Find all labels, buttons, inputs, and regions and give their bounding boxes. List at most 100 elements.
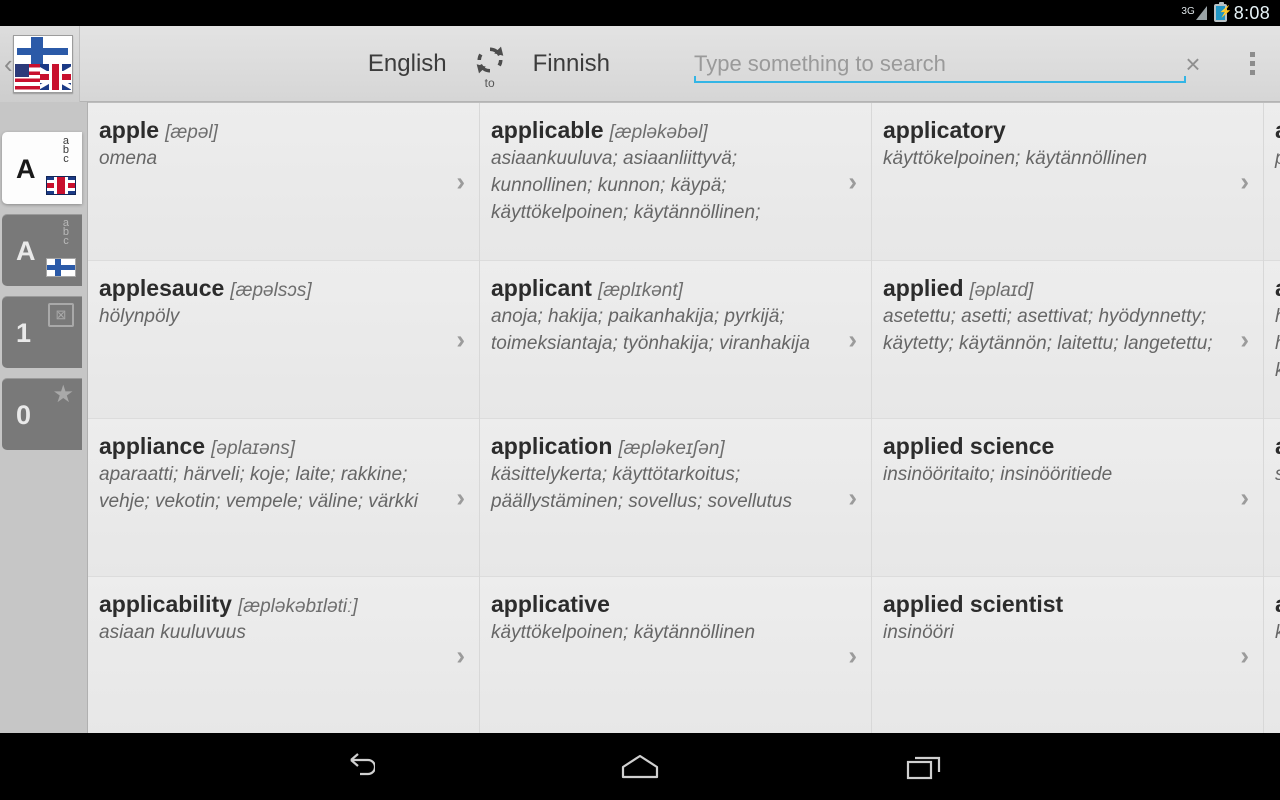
entry-headword-line: a — [1275, 275, 1280, 302]
chevron-right-icon[interactable]: › — [848, 166, 857, 197]
dictionary-entry[interactable]: applied science insinööritaito; insinöör… — [872, 419, 1263, 577]
dictionary-entry[interactable]: appliance [əplaɪəns] aparaatti; härveli; … — [88, 419, 479, 577]
sidebar-tab-finnish[interactable]: A abc — [2, 214, 82, 286]
dictionary-entry[interactable]: applicability [æpləkəbɪlətiː] asiaan kuul… — [88, 577, 479, 733]
entry-headword-line: a — [1275, 117, 1280, 144]
entry-translation: insinööritaito; insinööritiede — [883, 464, 1113, 485]
chevron-right-icon[interactable]: › — [1240, 166, 1249, 197]
search-input[interactable] — [694, 41, 1176, 86]
chevron-right-icon[interactable]: › — [848, 641, 857, 672]
entry-headword: appliance — [99, 433, 206, 459]
entry-translation: s — [1275, 462, 1280, 489]
entry-headword: applicable — [491, 117, 604, 143]
charging-bolt-icon: ⚡ — [1218, 6, 1233, 18]
dictionary-entry[interactable]: applicative käyttökelpoinen; käytännölli… — [480, 577, 871, 733]
entry-translation: p — [1275, 146, 1280, 173]
chevron-right-icon[interactable]: › — [848, 482, 857, 513]
entry-headword-line: apple [æpəl] — [99, 117, 433, 144]
clear-search-icon[interactable]: × — [1176, 51, 1210, 77]
entry-phonetic: [əplaɪd] — [969, 280, 1034, 301]
chevron-right-icon[interactable]: › — [456, 641, 465, 672]
dictionary-entry[interactable]: a h h k — [1264, 261, 1280, 419]
entry-headword-line: application [æpləkeɪʃən] — [491, 433, 825, 460]
overflow-dot-2 — [1249, 61, 1255, 66]
home-icon — [621, 754, 659, 778]
dictionary-entry[interactable]: a k — [1264, 577, 1280, 733]
results-grid[interactable]: apple [æpəl] omena › applesauce [æpəlsɔs] … — [88, 102, 1280, 733]
entry-headword-line: applicant [æplɪkənt] — [491, 275, 825, 302]
chevron-right-icon[interactable]: › — [456, 166, 465, 197]
nav-recents-button[interactable] — [890, 743, 960, 791]
entry-translation: h h k — [1275, 304, 1280, 385]
search-underline — [694, 75, 1186, 83]
sidebar-tab-english-letter: A — [16, 154, 36, 185]
overflow-menu-button[interactable] — [1224, 26, 1280, 102]
entry-translation: insinööri — [883, 622, 954, 643]
uk-flag-icon — [40, 64, 71, 90]
entry-headword: a — [1275, 433, 1280, 459]
action-bar: ‹ English to Finnish Type something to s… — [0, 25, 1280, 102]
android-screen: 3G ⚡ 8:08 ‹ English to Finnish Type some… — [0, 0, 1280, 800]
chevron-right-icon[interactable]: › — [848, 324, 857, 355]
chevron-right-icon[interactable]: › — [1240, 641, 1249, 672]
chevron-right-icon[interactable]: › — [456, 324, 465, 355]
entry-headword-line: a — [1275, 433, 1280, 460]
chevron-right-icon[interactable]: › — [1240, 324, 1249, 355]
sidebar-tabs: A abc A abc 1 ⊠ 0 ★ — [0, 102, 88, 733]
dictionary-entry[interactable]: applicatory käyttökelpoinen; käytännölli… — [872, 103, 1263, 261]
results-column: applicatory käyttökelpoinen; käytännölli… — [872, 103, 1264, 733]
chevron-right-icon[interactable]: › — [456, 482, 465, 513]
sidebar-tab-favorites-count: 0 — [16, 400, 32, 431]
dictionary-entry[interactable]: application [æpləkeɪʃən] käsittelykerta; … — [480, 419, 871, 577]
app-home-up-button[interactable]: ‹ — [0, 25, 80, 102]
finland-flag-icon — [17, 36, 69, 66]
entry-translation: käyttökelpoinen; käytännöllinen — [883, 148, 1148, 169]
status-bar-clock: 8:08 — [1233, 2, 1270, 23]
entry-headword-line: applicatory — [883, 117, 1217, 144]
dictionary-entry[interactable]: applied scientist insinööri › — [872, 577, 1263, 733]
entry-headword-line: applied science — [883, 433, 1217, 460]
dictionary-entry[interactable]: a s — [1264, 419, 1280, 577]
nav-home-button[interactable] — [605, 743, 675, 791]
source-language-button[interactable]: English — [352, 50, 463, 78]
back-icon — [350, 752, 375, 775]
chevron-right-icon[interactable]: › — [1240, 482, 1249, 513]
entry-headword: a — [1275, 591, 1280, 617]
sidebar-tab-favorites[interactable]: 0 ★ — [2, 378, 82, 450]
entry-phonetic: [æpəl] — [165, 122, 218, 143]
battery-charging-icon: ⚡ — [1213, 2, 1232, 22]
entry-headword: application — [491, 433, 613, 459]
entry-translation: käsittelykerta; käyttötarkoitus; päällys… — [491, 464, 792, 512]
sidebar-tab-finnish-abc: abc — [62, 217, 69, 247]
entry-headword: a — [1275, 117, 1280, 143]
uk-flag-icon — [46, 176, 76, 195]
up-chevron-icon: ‹ — [4, 48, 13, 79]
signal-indicator: 3G — [1181, 6, 1207, 20]
sidebar-tab-images[interactable]: 1 ⊠ — [2, 296, 82, 368]
dictionary-entry[interactable]: applesauce [æpəlsɔs] hölynpöly › — [88, 261, 479, 419]
sidebar-tab-images-count: 1 — [16, 318, 32, 349]
entry-headword: applied scientist — [883, 591, 1064, 617]
target-language-button[interactable]: Finnish — [517, 50, 626, 78]
dictionary-entry[interactable]: apple [æpəl] omena › — [88, 103, 479, 261]
entry-phonetic: [æpləkəbəl] — [609, 122, 708, 143]
recent-apps-icon — [906, 756, 941, 779]
dictionary-entry[interactable]: applicant [æplɪkənt] anoja; hakija; paika… — [480, 261, 871, 419]
status-bar: 3G ⚡ 8:08 — [0, 0, 1280, 26]
android-nav-bar — [0, 733, 1280, 800]
dictionary-entry[interactable]: a p — [1264, 103, 1280, 261]
nav-back-button[interactable] — [320, 743, 390, 791]
app-body: A abc A abc 1 ⊠ 0 ★ apple [æpəl] omena ›… — [0, 102, 1280, 733]
overflow-dot-3 — [1249, 70, 1255, 75]
entry-phonetic: [æplɪkənt] — [597, 280, 683, 301]
entry-translation: asiaan kuuluvuus — [99, 622, 246, 643]
dictionary-entry[interactable]: applied [əplaɪd] asetettu; asetti; asetti… — [872, 261, 1263, 419]
entry-translation: aparaatti; härveli; koje; laite; rakkine… — [99, 464, 418, 512]
sidebar-tab-english[interactable]: A abc — [2, 132, 82, 204]
uk-cross-vertical — [51, 64, 60, 90]
entry-headword-line: applicable [æpləkəbəl] — [491, 117, 825, 144]
swap-languages-button[interactable]: to — [463, 39, 517, 89]
dictionary-entry[interactable]: applicable [æpləkəbəl] asiaankuuluva; asi… — [480, 103, 871, 261]
search-field[interactable]: × — [694, 41, 1214, 87]
results-column: applicable [æpləkəbəl] asiaankuuluva; asi… — [480, 103, 872, 733]
